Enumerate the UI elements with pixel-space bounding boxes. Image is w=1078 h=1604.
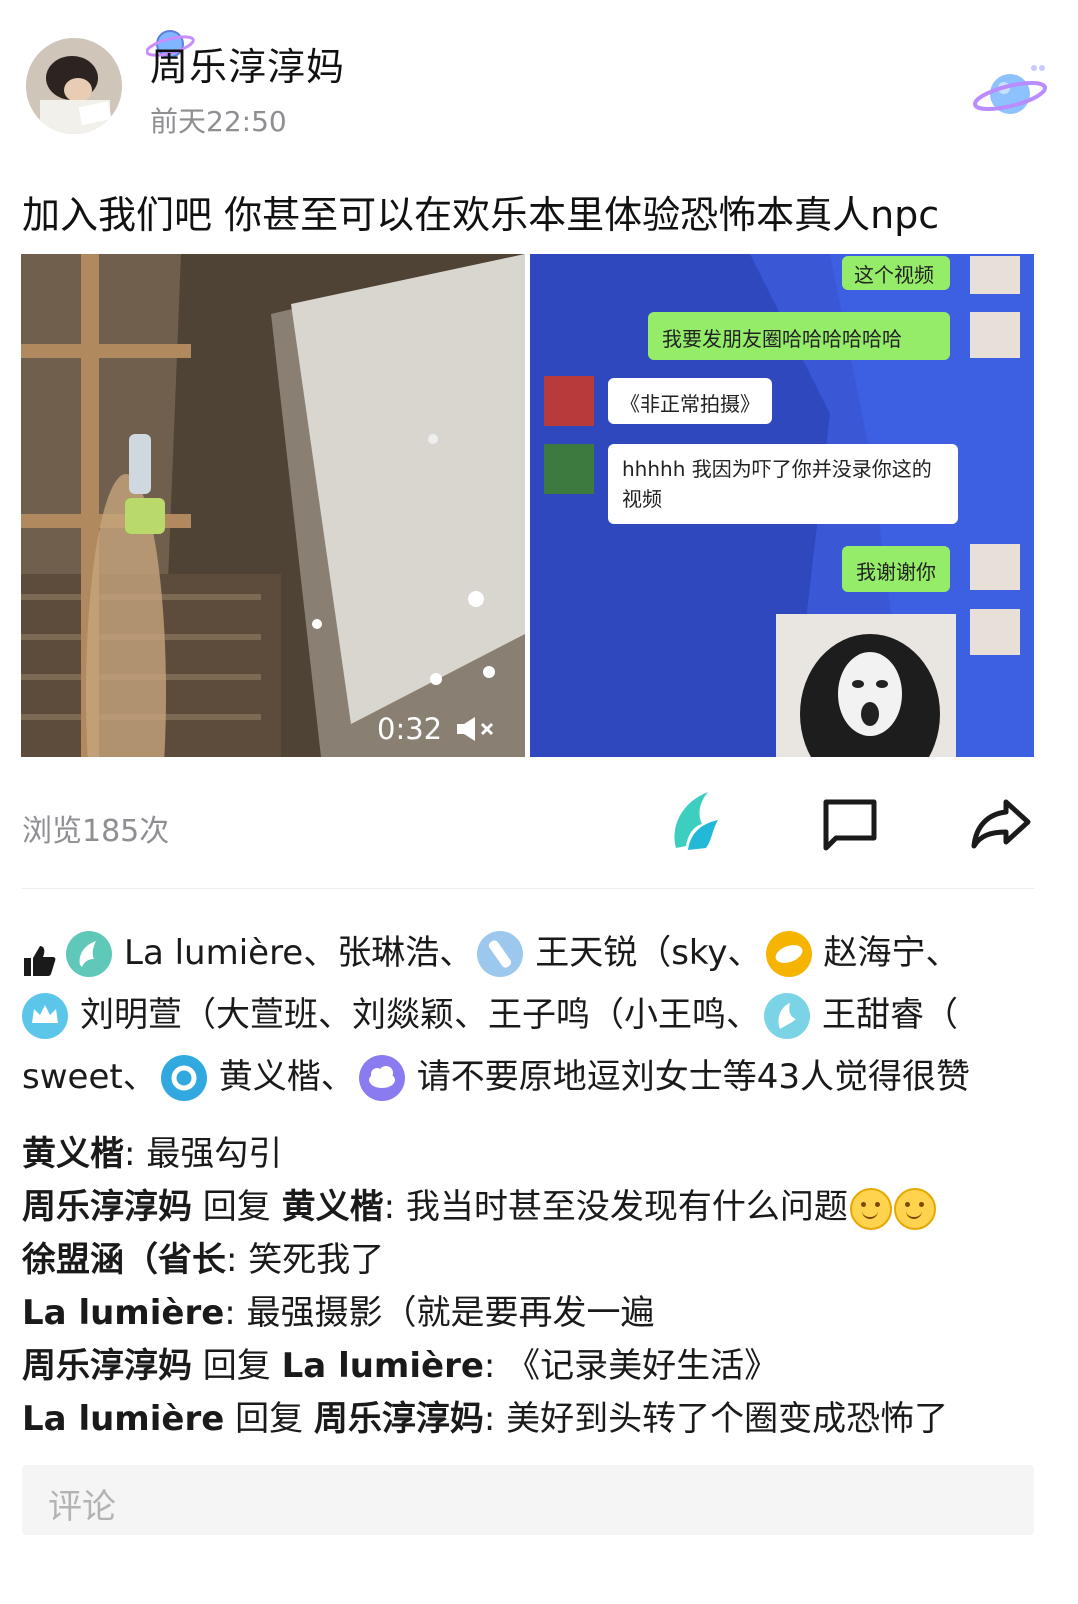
liker-name[interactable]: La lumière、: [124, 933, 337, 973]
liker-name[interactable]: 张琳浩、: [337, 933, 473, 973]
comment-row[interactable]: La lumière 回复 周乐淳淳妈: 美好到头转了个圈变成恐怖了: [22, 1393, 1062, 1446]
liker-name[interactable]: 王子鸣（小王鸣、: [488, 995, 760, 1035]
chat-bubble-right: 这个视频: [842, 256, 950, 290]
speaker-muted-icon[interactable]: [455, 714, 501, 744]
smile-emoji-icon: [849, 1187, 892, 1230]
chat-bubble-right: 我要发朋友圈哈哈哈哈哈哈: [648, 312, 950, 360]
comment-text: : 《记录美好生活》: [483, 1346, 779, 1386]
chat-bubble-left: hhhhh 我因为吓了你并没录你这的视频: [608, 444, 958, 524]
chat-bubble-text: 这个视频: [854, 263, 934, 287]
author-name[interactable]: 周乐淳淳妈: [150, 36, 345, 91]
post-text: 加入我们吧 你甚至可以在欢乐本里体验恐怖本真人npc: [22, 193, 940, 237]
chat-bubble-text: 《非正常拍摄》: [620, 392, 760, 416]
user-badge-icon: [764, 992, 810, 1039]
view-count: 浏览185次: [22, 814, 170, 849]
reply-word: 回复: [192, 1346, 282, 1386]
comment-text: : 美好到头转了个圈变成恐怖了: [483, 1399, 949, 1439]
user-badge-icon: [477, 930, 524, 977]
user-badge-icon: [358, 1054, 405, 1101]
comment-row[interactable]: La lumière: 最强摄影（就是要再发一遍: [22, 1287, 1062, 1340]
post-stats-bar: 浏览185次: [0, 790, 1078, 860]
post-header: 周乐淳淳妈 前天22:50: [0, 0, 1078, 160]
comment-author[interactable]: La lumière: [22, 1399, 224, 1439]
likes-list: La lumière、张琳浩、 王天锐（sky、 赵海宁、 刘明萱（大萱班、刘燚…: [22, 922, 1052, 1108]
chat-bubble-left: 《非正常拍摄》: [608, 378, 772, 424]
liker-name[interactable]: 王甜睿（: [822, 995, 958, 1035]
wing-like-icon[interactable]: [668, 790, 724, 854]
chat-bubble-text: 我要发朋友圈哈哈哈哈哈哈: [662, 327, 902, 351]
smile-emoji-icon: [893, 1187, 936, 1230]
comment-text: : 我当时甚至没发现有什么问题: [383, 1187, 848, 1227]
chat-bubble-text: 我谢谢你: [856, 560, 936, 584]
user-badge-icon: [765, 930, 812, 977]
user-badge-icon: [160, 1054, 207, 1101]
liker-name[interactable]: 刘明萱（大萱班、: [80, 995, 352, 1035]
liker-name[interactable]: 王天锐（sky、: [535, 933, 761, 973]
comment-row[interactable]: 黄义楷: 最强勾引: [22, 1128, 1062, 1181]
comment-text: : 最强勾引: [124, 1134, 283, 1174]
reply-word: 回复: [224, 1399, 314, 1439]
comment-row[interactable]: 周乐淳淳妈 回复 黄义楷: 我当时甚至没发现有什么问题: [22, 1181, 1062, 1234]
reply-target[interactable]: La lumière: [282, 1346, 484, 1386]
chat-bubble-right: 我谢谢你: [842, 546, 950, 592]
user-badge-icon: [22, 992, 68, 1039]
comment-input-placeholder: 评论: [48, 1487, 116, 1527]
comment-author[interactable]: 黄义楷: [22, 1134, 124, 1174]
comment-text: : 笑死我了: [226, 1240, 385, 1280]
liker-name[interactable]: 请不要原地逗刘女士等43人觉得很赞: [417, 1057, 970, 1097]
chat-bubble-text: hhhhh 我因为吓了你并没录你这的视频: [622, 457, 932, 511]
user-badge-icon: [66, 930, 112, 977]
liker-name[interactable]: 赵海宁、: [824, 933, 960, 973]
reply-target[interactable]: 周乐淳淳妈: [314, 1399, 484, 1439]
post-time: 前天22:50: [150, 105, 287, 138]
comment-author[interactable]: 徐盟涵（省长: [22, 1240, 226, 1280]
chat-screenshot-image[interactable]: 这个视频 我要发朋友圈哈哈哈哈哈哈 《非正常拍摄》 hhhhh 我因为吓了你并没…: [530, 254, 1034, 757]
liker-name[interactable]: 刘燚颖、: [352, 995, 488, 1035]
liker-name[interactable]: sweet、: [22, 1057, 157, 1097]
divider: [22, 888, 1034, 889]
thumbs-up-icon: [22, 937, 56, 976]
planet-decoration-icon: [972, 65, 1048, 114]
reply-target[interactable]: 黄义楷: [282, 1187, 384, 1227]
author-avatar[interactable]: [26, 38, 122, 134]
liker-name[interactable]: 黄义楷、: [219, 1057, 355, 1097]
comments-list: 黄义楷: 最强勾引 周乐淳淳妈 回复 黄义楷: 我当时甚至没发现有什么问题 徐盟…: [22, 1128, 1062, 1446]
comment-author[interactable]: La lumière: [22, 1293, 224, 1333]
comment-author[interactable]: 周乐淳淳妈: [22, 1346, 192, 1386]
reply-word: 回复: [192, 1187, 282, 1227]
comment-input[interactable]: 评论: [22, 1465, 1034, 1535]
comment-text: : 最强摄影（就是要再发一遍: [224, 1293, 655, 1333]
share-icon[interactable]: [970, 796, 1034, 852]
comment-row[interactable]: 徐盟涵（省长: 笑死我了: [22, 1234, 1062, 1287]
comment-row[interactable]: 周乐淳淳妈 回复 La lumière: 《记录美好生活》: [22, 1340, 1062, 1393]
video-thumbnail[interactable]: 0:32: [21, 254, 525, 757]
video-duration: 0:32: [377, 712, 443, 746]
comment-icon[interactable]: [820, 796, 880, 852]
comment-author[interactable]: 周乐淳淳妈: [22, 1187, 192, 1227]
